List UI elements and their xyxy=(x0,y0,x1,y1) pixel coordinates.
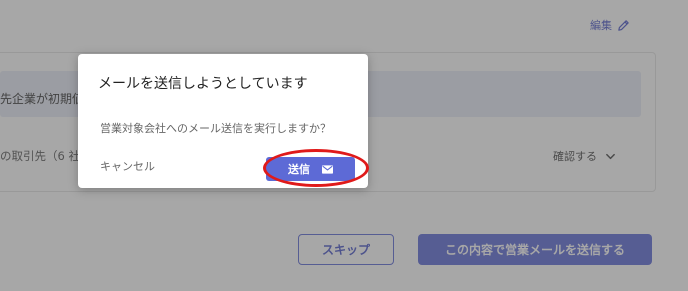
dialog-message: 営業対象会社へのメール送信を実行しますか？ xyxy=(100,122,331,135)
envelope-icon xyxy=(322,164,333,174)
cancel-button[interactable]: キャンセル xyxy=(100,158,155,174)
dialog-title: メールを送信しようとしています xyxy=(98,76,308,92)
confirm-send-dialog: メールを送信しようとしています 営業対象会社へのメール送信を実行しますか？ キャ… xyxy=(78,54,368,188)
send-button-label: 送信 xyxy=(288,163,310,176)
send-button[interactable]: 送信 xyxy=(266,157,355,181)
